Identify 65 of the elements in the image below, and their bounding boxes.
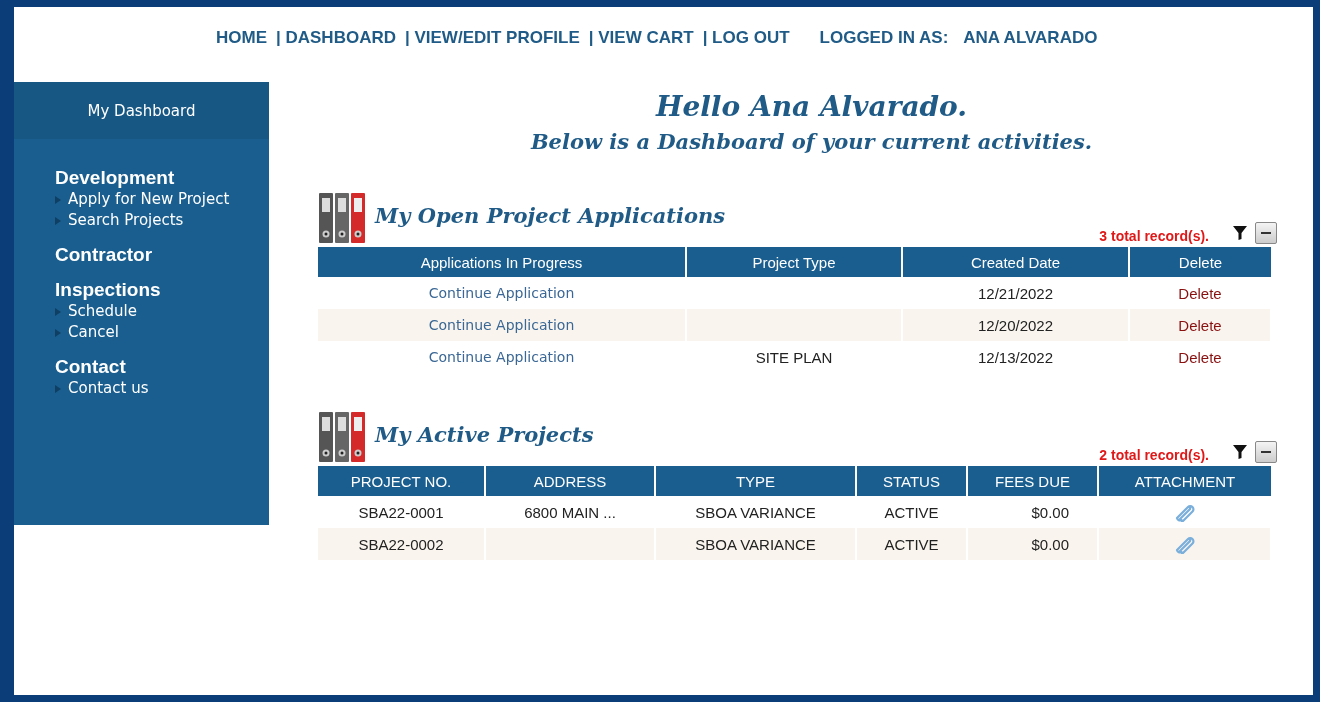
table-cell: SITE PLAN xyxy=(755,348,833,366)
subtitle: Below is a Dashboard of your current activities. xyxy=(529,129,1094,154)
bullet-icon xyxy=(55,216,61,225)
minus-icon xyxy=(1261,451,1271,453)
table-cell: 12/21/2022 xyxy=(977,284,1054,302)
user-name: ANA ALVARADO xyxy=(963,28,1098,48)
table-cell: 12/20/2022 xyxy=(977,316,1054,334)
column-header[interactable]: PROJECT NO. xyxy=(318,466,485,496)
collapse-button[interactable] xyxy=(1255,441,1277,463)
table-cell: SBA22-0002 xyxy=(358,535,444,553)
column-header[interactable]: Created Date xyxy=(902,247,1129,277)
section-title[interactable]: Inspections xyxy=(55,279,269,301)
continue-link[interactable]: Continue Application xyxy=(428,317,575,333)
sidebar-link[interactable]: Apply for New Project xyxy=(68,189,230,210)
delete-link[interactable]: Delete xyxy=(1178,348,1222,366)
table-cell: SBA22-0001 xyxy=(358,503,444,521)
record-count: 2 total record(s). xyxy=(1099,447,1209,463)
table-cell: ACTIVE xyxy=(884,503,939,521)
filter-icon[interactable] xyxy=(1233,445,1247,459)
sidebar-header[interactable]: My Dashboard xyxy=(14,82,269,139)
table-cell: SBOA VARIANCE xyxy=(695,503,816,521)
nav-link[interactable]: | LOG OUT xyxy=(702,28,790,48)
nav-link[interactable]: HOME xyxy=(216,28,267,48)
panel-title: My Open Project Applications xyxy=(375,203,726,228)
section-title[interactable]: Contractor xyxy=(55,244,269,266)
column-header[interactable]: Delete xyxy=(1129,247,1271,277)
greeting: Hello Ana Alvarado. xyxy=(654,90,969,123)
table-cell: $0.00 xyxy=(1031,535,1069,553)
bullet-icon xyxy=(55,195,61,204)
nav-link[interactable]: | DASHBOARD xyxy=(276,28,396,48)
binders-icon xyxy=(318,411,366,463)
column-header[interactable]: ATTACHMENT xyxy=(1098,466,1271,496)
section-title[interactable]: Development xyxy=(55,167,269,189)
nav-link[interactable]: | VIEW/EDIT PROFILE xyxy=(405,28,580,48)
minus-icon xyxy=(1261,232,1271,234)
table-cell: 6800 MAIN ... xyxy=(524,503,616,521)
table-cell: $0.00 xyxy=(1031,503,1069,521)
column-header[interactable]: STATUS xyxy=(856,466,967,496)
bullet-icon xyxy=(55,328,61,337)
column-header[interactable]: Project Type xyxy=(686,247,902,277)
panel-title: My Active Projects xyxy=(375,422,594,447)
collapse-button[interactable] xyxy=(1255,222,1277,244)
section-title[interactable]: Contact xyxy=(55,356,269,378)
sidebar-link[interactable]: Cancel xyxy=(68,322,119,343)
binders-icon xyxy=(318,192,366,244)
record-count: 3 total record(s). xyxy=(1099,228,1209,244)
continue-link[interactable]: Continue Application xyxy=(428,285,575,301)
sidebar-link[interactable]: Search Projects xyxy=(68,210,184,231)
nav-link[interactable]: | VIEW CART xyxy=(588,28,694,48)
column-header[interactable]: Applications In Progress xyxy=(318,247,686,277)
filter-icon[interactable] xyxy=(1233,226,1247,240)
continue-link[interactable]: Continue Application xyxy=(428,349,575,365)
column-header[interactable]: TYPE xyxy=(655,466,856,496)
sidebar-link[interactable]: Contact us xyxy=(68,378,149,399)
table-cell: 12/13/2022 xyxy=(977,348,1054,366)
table-cell: ACTIVE xyxy=(884,535,939,553)
column-header[interactable]: FEES DUE xyxy=(967,466,1098,496)
table-cell: SBOA VARIANCE xyxy=(695,535,816,553)
delete-link[interactable]: Delete xyxy=(1178,316,1222,334)
logged-in-label: LOGGED IN AS: xyxy=(819,28,949,48)
delete-link[interactable]: Delete xyxy=(1178,284,1222,302)
bullet-icon xyxy=(55,384,61,393)
bullet-icon xyxy=(55,307,61,316)
sidebar-link[interactable]: Schedule xyxy=(68,301,137,322)
column-header[interactable]: ADDRESS xyxy=(485,466,655,496)
